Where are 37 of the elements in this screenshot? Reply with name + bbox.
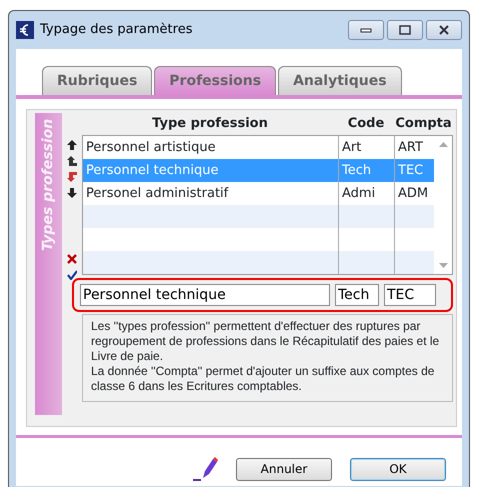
table-cell-text: Art xyxy=(342,138,362,157)
close-icon xyxy=(438,25,450,35)
delete-icon[interactable] xyxy=(67,254,77,264)
arrow-up-right-icon[interactable] xyxy=(67,156,77,166)
table-cell-text: Personnel artistique xyxy=(86,138,216,157)
tab[interactable]: Rubriques xyxy=(42,66,152,95)
minimize-button[interactable] xyxy=(348,20,384,40)
table-cell-text: Personnel technique xyxy=(86,162,218,180)
sidebar-label: Types profession xyxy=(39,118,57,254)
maximize-button[interactable] xyxy=(387,20,423,40)
type-profession-field[interactable]: Personnel technique xyxy=(80,284,330,306)
cancel-button[interactable]: Annuler xyxy=(236,458,332,480)
table-cell-text: Tech xyxy=(342,162,372,180)
column-header: Code xyxy=(346,115,386,134)
code-field[interactable]: Tech xyxy=(335,284,379,306)
compta-field[interactable]: TEC xyxy=(384,284,436,306)
euro-icon xyxy=(16,21,34,39)
column-header: Type profession xyxy=(151,115,269,134)
table-cell-text: TEC xyxy=(398,162,424,180)
pencil-icon[interactable] xyxy=(192,456,218,482)
table-cell-text: Personel administratif xyxy=(86,184,228,203)
check-icon[interactable] xyxy=(67,270,77,280)
window-title: Typage des paramètres xyxy=(40,21,192,40)
table-cell-text: ART xyxy=(398,138,423,157)
arrow-down-right-icon[interactable] xyxy=(67,172,77,182)
arrow-up-icon[interactable] xyxy=(67,140,77,150)
column-header: Compta xyxy=(394,115,453,134)
table-cell-text: ADM xyxy=(398,184,428,203)
description-text: La donnée ''Compta'' permet d'ajouter un suffixe aux comptes de classe 6 dans les Ecritures comptables. xyxy=(91,364,436,394)
table-cell-text: Admi xyxy=(342,184,376,203)
ok-button[interactable]: OK xyxy=(350,458,446,480)
maximize-icon xyxy=(399,25,411,35)
description-text: Les ''types profession'' permettent d'effectuer des ruptures par regroupement de professions dans le Récapitulatif des paies et le Livre de paie. xyxy=(91,319,440,364)
close-button[interactable] xyxy=(426,20,462,40)
minimize-icon xyxy=(360,27,372,33)
tab[interactable]: Analytiques xyxy=(278,66,402,95)
arrow-down-icon[interactable] xyxy=(67,188,77,198)
